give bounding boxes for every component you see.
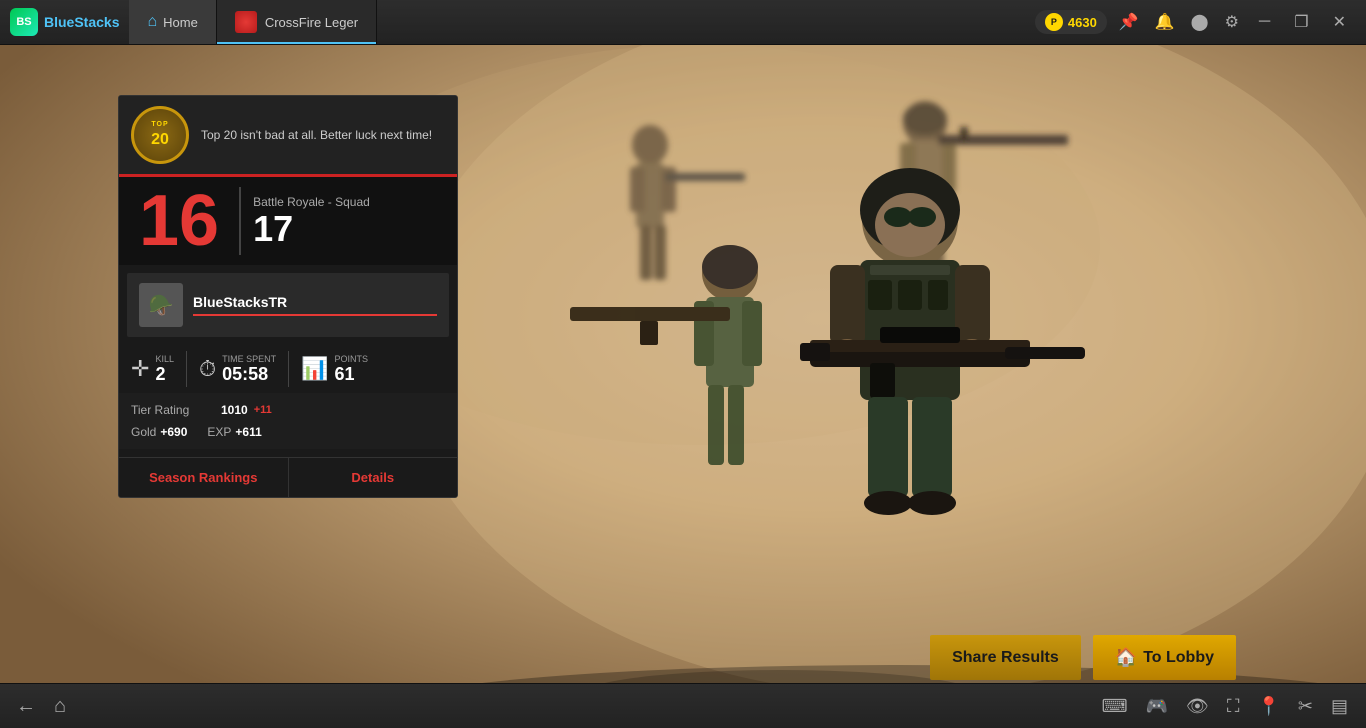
tier-rating-label: Tier Rating	[131, 403, 221, 417]
lobby-icon: 🏠	[1115, 647, 1137, 668]
share-results-button[interactable]: Share Results	[930, 635, 1081, 680]
bell-icon[interactable]: 🔔	[1151, 8, 1179, 36]
tier-rating-row: Tier Rating 1010 +11	[131, 399, 445, 421]
tier-rating-delta: +11	[254, 404, 272, 416]
gold-label: Gold	[131, 425, 156, 439]
top20-message: Top 20 isn't bad at all. Better luck nex…	[201, 127, 445, 144]
to-lobby-button[interactable]: 🏠 To Lobby	[1093, 635, 1236, 680]
gold-value: +690	[160, 425, 187, 439]
kill-label: Kill	[155, 354, 174, 364]
time-icon: ⏱	[199, 356, 216, 382]
pin-icon[interactable]: 📌	[1115, 8, 1143, 36]
action-buttons: Share Results 🏠 To Lobby	[930, 635, 1236, 680]
exp-reward: EXP +611	[207, 425, 261, 439]
bluestacks-title: BlueStacks	[44, 14, 119, 30]
titlebar-right: P 4630 📌 🔔 ⬤ ⚙ ─ ❐ ✕	[1035, 8, 1366, 36]
rank-mode: Battle Royale - Squad 17	[241, 177, 382, 265]
squad-number: 17	[253, 211, 370, 247]
scissors-icon[interactable]: ✂	[1292, 692, 1319, 721]
season-rankings-button[interactable]: Season Rankings	[119, 458, 289, 497]
player-name-underline	[193, 314, 437, 316]
tab-game[interactable]: CrossFire Leger	[217, 0, 377, 44]
gamepad-icon[interactable]: 🎮	[1140, 692, 1174, 721]
time-stat-content: Time Spent 05:58	[222, 354, 276, 385]
points-badge: P 4630	[1035, 10, 1107, 34]
kill-icon: ✛	[131, 356, 149, 382]
player-info: 🪖 BlueStacksTR	[127, 273, 449, 337]
home-taskbar-icon[interactable]: ⌂	[50, 691, 70, 722]
sidebar-icon[interactable]: ▤	[1325, 692, 1354, 721]
eye-icon[interactable]: 👁	[1180, 692, 1215, 721]
game-tab-icon	[235, 11, 257, 33]
time-stat: ⏱ Time Spent 05:58	[187, 354, 288, 385]
taskbar-right: ⌨ 🎮 👁 ⛶ 📍 ✂ ▤	[1096, 692, 1354, 721]
details-button[interactable]: Details	[289, 458, 458, 497]
record-icon[interactable]: ⬤	[1187, 8, 1213, 36]
rank-number: 16	[119, 177, 239, 265]
points-label: Points	[335, 354, 369, 364]
top-badge-top: TOP	[151, 121, 168, 129]
home-icon: ⌂	[147, 13, 157, 31]
exp-label: EXP	[207, 425, 231, 439]
location-icon[interactable]: 📍	[1251, 692, 1285, 721]
time-label: Time Spent	[222, 354, 276, 364]
top-badge-num: 20	[151, 130, 169, 149]
rewards-row: Gold +690 EXP +611	[131, 421, 445, 443]
back-icon[interactable]: ←	[12, 691, 40, 722]
bluestacks-logo: BS BlueStacks	[0, 8, 129, 36]
player-name: BlueStacksTR	[193, 294, 437, 310]
top20-badge: TOP 20	[131, 106, 189, 164]
rank-display: 16 Battle Royale - Squad 17	[119, 174, 457, 265]
taskbar-left: ← ⌂	[12, 691, 70, 722]
to-lobby-label: To Lobby	[1143, 649, 1214, 667]
top20-header: TOP 20 Top 20 isn't bad at all. Better l…	[119, 96, 457, 174]
points-icon-small: 📊	[301, 356, 328, 382]
time-value: 05:58	[222, 364, 276, 385]
points-icon: P	[1045, 13, 1063, 31]
game-tab-label: CrossFire Leger	[265, 15, 358, 30]
points-stat-content: Points 61	[335, 354, 369, 385]
bottom-buttons: Season Rankings Details	[119, 457, 457, 497]
keyboard-icon[interactable]: ⌨	[1096, 692, 1134, 721]
stats-row: ✛ Kill 2 ⏱ Time Spent 05:58 📊 Points	[119, 345, 457, 393]
gold-reward: Gold +690	[131, 425, 187, 439]
points-stat-value: 61	[335, 364, 369, 385]
home-label: Home	[163, 15, 198, 30]
settings-icon[interactable]: ⚙	[1221, 8, 1243, 36]
game-area: TOP 20 Top 20 isn't bad at all. Better l…	[0, 45, 1366, 728]
points-stat: 📊 Points 61	[289, 354, 380, 385]
points-value: 4630	[1068, 15, 1097, 30]
kill-stat: ✛ Kill 2	[131, 354, 186, 385]
bluestacks-icon: BS	[10, 8, 38, 36]
exp-value: +611	[235, 425, 261, 439]
player-avatar: 🪖	[139, 283, 183, 327]
titlebar: BS BlueStacks ⌂ Home CrossFire Leger P 4…	[0, 0, 1366, 45]
resize-icon[interactable]: ⛶	[1221, 692, 1246, 721]
tab-home[interactable]: ⌂ Home	[129, 0, 216, 44]
taskbar: ← ⌂ ⌨ 🎮 👁 ⛶ 📍 ✂ ▤	[0, 683, 1366, 728]
results-panel: TOP 20 Top 20 isn't bad at all. Better l…	[118, 95, 458, 498]
kill-stat-content: Kill 2	[155, 354, 174, 385]
tier-rating-value: 1010	[221, 403, 248, 417]
close-button[interactable]: ✕	[1325, 8, 1354, 36]
player-name-container: BlueStacksTR	[193, 294, 437, 316]
minimize-button[interactable]: ─	[1251, 9, 1278, 35]
kill-value: 2	[155, 364, 174, 385]
ratings-section: Tier Rating 1010 +11 Gold +690 EXP +611	[119, 393, 457, 449]
restore-button[interactable]: ❐	[1286, 8, 1316, 36]
